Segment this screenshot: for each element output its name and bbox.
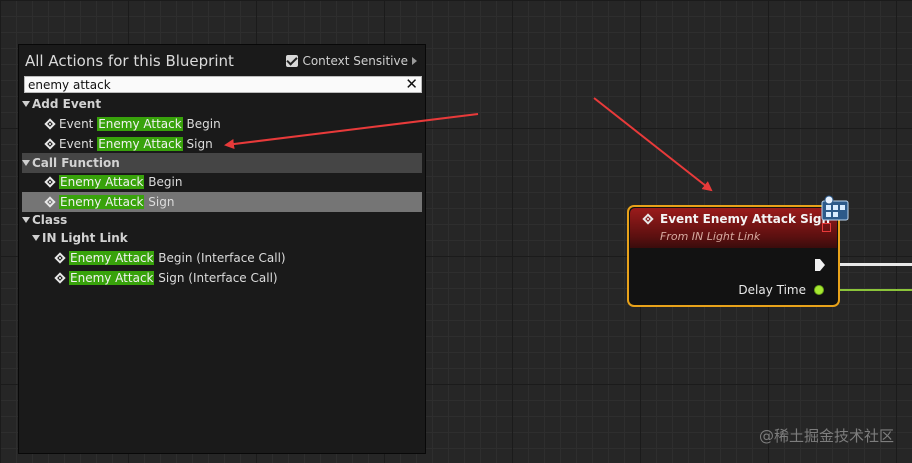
match-highlight: Enemy Attack xyxy=(97,117,183,131)
chevron-right-icon[interactable] xyxy=(412,57,417,65)
match-highlight: Enemy Attack xyxy=(59,195,145,209)
float-output-pin-icon[interactable] xyxy=(814,285,824,295)
annotation-arrow-node xyxy=(593,97,713,192)
panel-title: All Actions for this Blueprint xyxy=(25,52,234,70)
node-title: Event Enemy Attack Sign xyxy=(660,212,831,226)
interface-diamond-icon xyxy=(54,251,66,264)
collapse-triangle-icon[interactable] xyxy=(32,234,40,241)
item-suffix: Sign (Interface Call) xyxy=(154,271,278,285)
function-diamond-icon xyxy=(44,195,56,208)
delegate-pin-icon[interactable] xyxy=(822,223,831,232)
event-diamond-icon xyxy=(44,117,56,130)
exec-output-pin-icon[interactable] xyxy=(814,258,826,272)
close-icon[interactable]: ✕ xyxy=(405,76,418,93)
list-item[interactable]: Event Enemy Attack Sign xyxy=(22,134,422,154)
match-highlight: Enemy Attack xyxy=(69,251,155,265)
function-diamond-icon xyxy=(44,175,56,188)
list-item[interactable]: Enemy Attack Sign (Interface Call) xyxy=(22,268,422,288)
action-menu-panel: All Actions for this Blueprint Context S… xyxy=(18,44,426,454)
item-prefix: Event xyxy=(59,137,98,151)
list-item[interactable]: Enemy Attack Begin (Interface Call) xyxy=(22,248,422,268)
match-highlight: Enemy Attack xyxy=(97,137,183,151)
list-item-selected[interactable]: Enemy Attack Sign xyxy=(22,192,422,212)
event-diamond-icon xyxy=(642,213,654,225)
item-suffix: Begin xyxy=(144,175,183,189)
category-label: Class xyxy=(32,213,68,227)
item-suffix: Sign xyxy=(144,195,175,209)
item-suffix: Sign xyxy=(182,137,213,151)
category-label: Call Function xyxy=(32,156,120,170)
interface-event-icon xyxy=(821,195,849,221)
list-item[interactable]: Enemy Attack Begin xyxy=(22,172,422,192)
exec-wire xyxy=(838,263,912,266)
float-wire xyxy=(838,289,912,291)
collapse-triangle-icon[interactable] xyxy=(22,100,30,107)
collapse-triangle-icon[interactable] xyxy=(22,159,30,166)
match-highlight: Enemy Attack xyxy=(69,271,155,285)
category-class[interactable]: Class xyxy=(22,210,422,230)
node-subtitle: From IN Light Link xyxy=(660,230,761,243)
collapse-triangle-icon[interactable] xyxy=(22,216,30,223)
category-add-event[interactable]: Add Event xyxy=(22,94,422,114)
context-sensitive-toggle[interactable]: Context Sensitive xyxy=(286,54,417,68)
context-sensitive-label: Context Sensitive xyxy=(302,54,408,68)
subcategory-in-light-link[interactable]: IN Light Link xyxy=(22,228,422,248)
item-prefix: Event xyxy=(59,117,98,131)
category-label: Add Event xyxy=(32,97,102,111)
checkbox-checked-icon[interactable] xyxy=(286,55,299,67)
node-header[interactable]: Event Enemy Attack Sign From IN Light Li… xyxy=(630,208,837,248)
watermark: @稀土掘金技术社区 xyxy=(758,427,894,445)
category-label: IN Light Link xyxy=(42,231,128,245)
search-input[interactable] xyxy=(25,77,398,92)
match-highlight: Enemy Attack xyxy=(59,175,145,189)
event-node[interactable]: Event Enemy Attack Sign From IN Light Li… xyxy=(627,205,840,307)
category-call-function[interactable]: Call Function xyxy=(22,153,422,173)
output-pin-label: Delay Time xyxy=(738,283,806,297)
list-item[interactable]: Event Enemy Attack Begin xyxy=(22,114,422,134)
item-suffix: Begin (Interface Call) xyxy=(154,251,286,265)
item-suffix: Begin xyxy=(182,117,221,131)
panel-header: All Actions for this Blueprint Context S… xyxy=(19,45,425,75)
search-box[interactable]: ✕ xyxy=(24,76,422,93)
interface-diamond-icon xyxy=(54,271,66,284)
event-diamond-icon xyxy=(44,137,56,150)
